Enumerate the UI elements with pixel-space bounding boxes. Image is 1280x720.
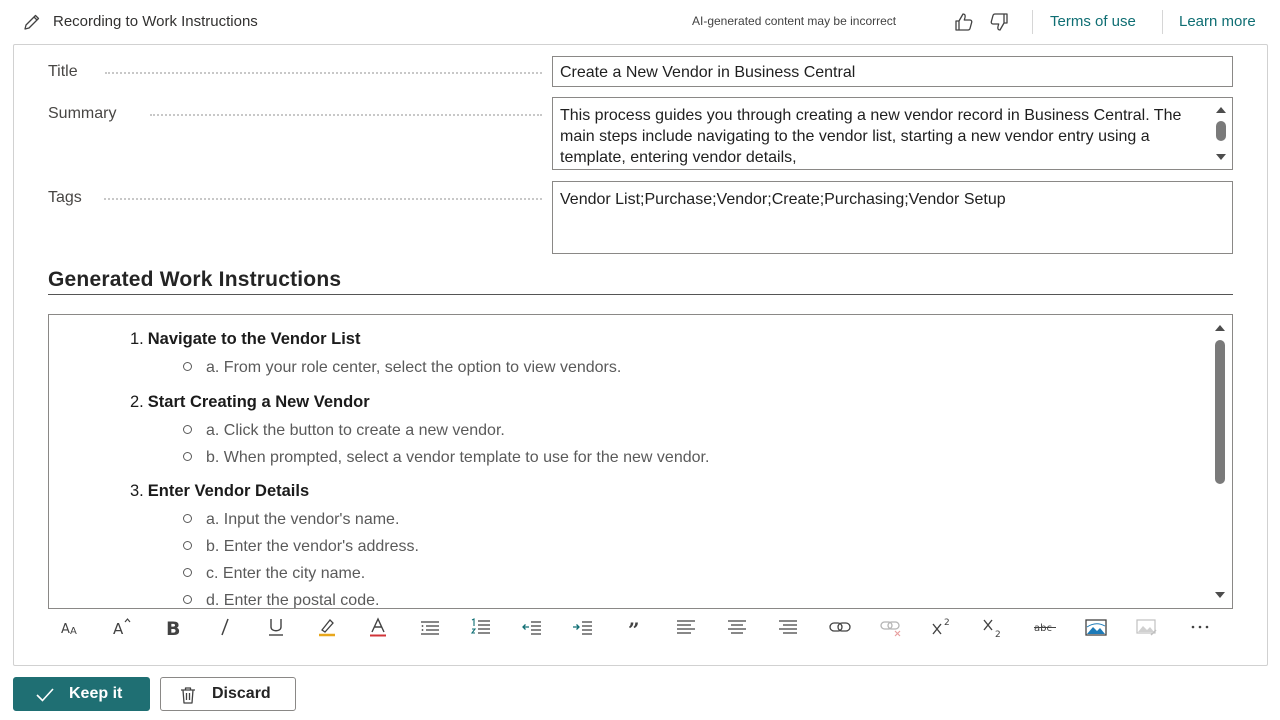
- tags-field[interactable]: Vendor List;Purchase;Vendor;Create;Purch…: [552, 181, 1233, 254]
- link-icon[interactable]: [825, 612, 855, 642]
- keep-it-label: Keep it: [69, 685, 123, 702]
- svg-text:2: 2: [995, 630, 1001, 639]
- section-title: Generated Work Instructions: [48, 268, 342, 291]
- instruction-substep: b. Enter the vendor's address.: [183, 538, 419, 556]
- discard-label: Discard: [212, 685, 271, 702]
- svg-text:abc: abc: [1034, 623, 1052, 634]
- ai-disclaimer: AI-generated content may be incorrect: [692, 14, 897, 28]
- align-right-icon[interactable]: [773, 612, 803, 642]
- header-divider: [1162, 10, 1163, 34]
- substep-text: a. Input the vendor's name.: [206, 511, 400, 528]
- scroll-down-icon[interactable]: [1216, 154, 1226, 160]
- scroll-down-icon[interactable]: [1215, 592, 1225, 598]
- substep-text: a. Click the button to create a new vend…: [206, 422, 505, 439]
- dotted-leader: [105, 72, 542, 74]
- underline-icon[interactable]: [261, 612, 291, 642]
- superscript-icon[interactable]: 2: [927, 612, 957, 642]
- font-color-icon[interactable]: [363, 612, 393, 642]
- strikethrough-icon[interactable]: abc: [1030, 612, 1060, 642]
- summary-text: This process guides you through creating…: [560, 107, 1182, 166]
- scroll-thumb[interactable]: [1215, 340, 1225, 484]
- svg-text:B: B: [166, 618, 180, 639]
- indent-icon[interactable]: [568, 612, 598, 642]
- svg-text:A: A: [113, 620, 124, 638]
- subscript-icon[interactable]: 2: [978, 612, 1008, 642]
- scroll-up-icon[interactable]: [1215, 325, 1225, 331]
- formatting-toolbar: AA A B ” 2 2 abc: [48, 612, 1233, 642]
- circle-bullet-icon: [183, 595, 192, 604]
- italic-icon[interactable]: [210, 612, 240, 642]
- step-title: Enter Vendor Details: [147, 482, 310, 500]
- instruction-substep: b. When prompted, select a vendor templa…: [183, 449, 709, 467]
- thumbs-up-icon[interactable]: [953, 11, 975, 33]
- tags-label: Tags: [48, 189, 82, 206]
- trash-icon: [181, 687, 195, 704]
- font-size-icon[interactable]: AA: [56, 612, 86, 642]
- instruction-substep: d. Enter the postal code.: [183, 592, 380, 609]
- edit-image-icon[interactable]: [1132, 612, 1162, 642]
- thumbs-down-icon[interactable]: [988, 11, 1010, 33]
- header-divider: [1032, 10, 1033, 34]
- outdent-icon[interactable]: [517, 612, 547, 642]
- dotted-leader: [150, 114, 542, 116]
- svg-text:”: ”: [628, 618, 640, 639]
- insert-image-icon[interactable]: [1081, 612, 1111, 642]
- step-title: Start Creating a New Vendor: [147, 393, 370, 411]
- pencil-icon: [22, 12, 42, 32]
- instruction-step: 2. Start Creating a New Vendor: [130, 393, 370, 412]
- scroll-thumb[interactable]: [1216, 121, 1226, 141]
- substep-text: a. From your role center, select the opt…: [206, 359, 622, 376]
- circle-bullet-icon: [183, 452, 192, 461]
- instruction-step: 3. Enter Vendor Details: [130, 482, 309, 501]
- align-left-icon[interactable]: [671, 612, 701, 642]
- circle-bullet-icon: [183, 425, 192, 434]
- section-divider: [48, 294, 1233, 295]
- font-grow-icon[interactable]: A: [107, 612, 137, 642]
- align-center-icon[interactable]: [722, 612, 752, 642]
- dotted-leader: [104, 198, 542, 200]
- circle-bullet-icon: [183, 362, 192, 371]
- circle-bullet-icon: [183, 514, 192, 523]
- terms-of-use-link[interactable]: Terms of use: [1050, 13, 1136, 30]
- learn-more-link[interactable]: Learn more: [1179, 13, 1256, 30]
- instruction-substep: a. From your role center, select the opt…: [183, 359, 621, 377]
- editor-scrollbar[interactable]: [1209, 316, 1231, 607]
- substep-text: d. Enter the postal code.: [206, 592, 380, 609]
- substep-text: c. Enter the city name.: [206, 565, 366, 582]
- keep-it-button[interactable]: Keep it: [13, 677, 150, 711]
- discard-button[interactable]: Discard: [160, 677, 296, 711]
- svg-text:A: A: [70, 626, 77, 637]
- title-field[interactable]: Create a New Vendor in Business Central: [552, 56, 1233, 87]
- svg-text:2: 2: [944, 618, 950, 628]
- step-number: 2.: [130, 393, 144, 411]
- instruction-substep: c. Enter the city name.: [183, 565, 365, 583]
- step-number: 1.: [130, 330, 144, 348]
- step-title: Navigate to the Vendor List: [147, 330, 361, 348]
- instruction-substep: a. Click the button to create a new vend…: [183, 422, 505, 440]
- title-label: Title: [48, 63, 78, 80]
- bullet-list-icon[interactable]: [415, 612, 445, 642]
- header-bar: Recording to Work Instructions AI-genera…: [0, 0, 1280, 44]
- step-number: 3.: [130, 482, 144, 500]
- checkmark-icon: [36, 688, 54, 702]
- quote-icon[interactable]: ”: [619, 612, 649, 642]
- substep-text: b. When prompted, select a vendor templa…: [206, 449, 710, 466]
- circle-bullet-icon: [183, 541, 192, 550]
- summary-field[interactable]: This process guides you through creating…: [552, 97, 1233, 170]
- header-title: Recording to Work Instructions: [53, 13, 258, 30]
- more-options-icon[interactable]: [1185, 612, 1215, 642]
- bold-icon[interactable]: B: [158, 612, 188, 642]
- summary-label: Summary: [48, 105, 117, 122]
- summary-scrollbar[interactable]: [1211, 99, 1231, 168]
- instructions-editor[interactable]: 1. Navigate to the Vendor List a. From yo…: [48, 314, 1233, 609]
- scroll-up-icon[interactable]: [1216, 107, 1226, 113]
- highlight-icon[interactable]: [312, 612, 342, 642]
- unlink-icon[interactable]: [876, 612, 906, 642]
- svg-text:A: A: [61, 622, 70, 637]
- instruction-substep: a. Input the vendor's name.: [183, 511, 399, 529]
- numbered-list-icon[interactable]: [466, 612, 496, 642]
- circle-bullet-icon: [183, 568, 192, 577]
- instruction-step: 1. Navigate to the Vendor List: [130, 330, 360, 349]
- substep-text: b. Enter the vendor's address.: [206, 538, 419, 555]
